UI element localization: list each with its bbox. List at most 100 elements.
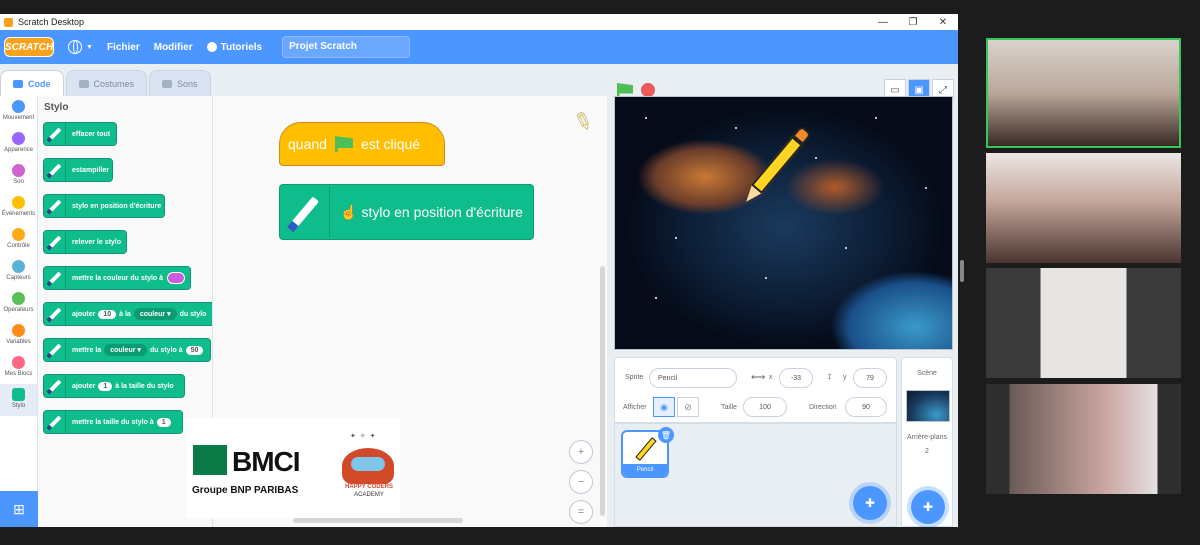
video-tile-3[interactable] — [986, 268, 1181, 378]
stage-selector[interactable]: Scène Arrière-plans 2 ✚ — [901, 357, 953, 527]
video-tile-1[interactable] — [986, 38, 1181, 148]
project-title-input[interactable]: Projet Scratch — [282, 36, 411, 58]
horizontal-scrollbar[interactable] — [293, 518, 463, 523]
trash-icon: 🗑 — [660, 430, 672, 440]
pen-icon — [44, 375, 66, 397]
backdrops-count: 2 — [925, 448, 929, 455]
category-dot-icon — [12, 228, 25, 241]
block-label: mettre la taille du stylo à — [72, 418, 154, 426]
academy-name: HAPPY CODERS — [345, 484, 393, 490]
pen-icon — [44, 159, 66, 181]
vertical-scrollbar[interactable] — [600, 266, 605, 516]
block-stamp[interactable]: estampiller — [43, 158, 113, 182]
backdrop-thumbnail[interactable] — [906, 390, 950, 422]
zoom-in-button[interactable]: + — [569, 440, 593, 464]
category-label: Événements — [1, 211, 36, 217]
menu-tutorials[interactable]: Tutoriels — [206, 42, 262, 53]
stop-button[interactable] — [641, 83, 655, 97]
category-sensing[interactable]: Capteurs — [0, 256, 37, 288]
pen-down-script-block[interactable]: ☝ stylo en position d'écriture — [279, 184, 534, 240]
video-tile-4[interactable] — [986, 384, 1181, 494]
category-control[interactable]: Contrôle — [0, 224, 37, 256]
tab-costumes[interactable]: Costumes — [65, 70, 148, 96]
category-looks[interactable]: Apparence — [0, 128, 37, 160]
block-set-pen-color[interactable]: mettre la couleur du stylo à — [43, 266, 191, 290]
menu-bar: SCRATCH ▼ Fichier Modifier Tutoriels Pro… — [0, 30, 958, 64]
add-sprite-button[interactable]: ✚ — [853, 486, 887, 520]
chevron-down-icon: ▼ — [86, 43, 93, 51]
maximize-icon[interactable]: ❐ — [898, 17, 928, 28]
block-pen-down[interactable]: stylo en position d'écriture — [43, 194, 165, 218]
block-label: du stylo à — [149, 346, 183, 354]
delete-sprite-button[interactable]: 🗑 — [658, 427, 674, 443]
video-tile-2[interactable] — [986, 153, 1181, 263]
block-change-pen-size[interactable]: ajouter 1 à la taille du stylo — [43, 374, 185, 398]
pen-icon — [44, 267, 66, 289]
add-extension-button[interactable]: ⊞ — [0, 491, 38, 527]
block-clear[interactable]: effacer tout — [43, 122, 117, 146]
when-flag-clicked-block[interactable]: quand est cliqué — [279, 122, 445, 166]
window-controls: — ❐ ✕ — [868, 17, 958, 28]
academy-subtitle: ACADEMY — [354, 492, 384, 498]
block-label: est cliqué — [360, 136, 421, 152]
window-title: Scratch Desktop — [18, 17, 85, 27]
category-label: Mes Blocs — [4, 371, 33, 377]
color-swatch[interactable] — [167, 272, 186, 284]
category-motion[interactable]: Mouvement — [0, 96, 37, 128]
param-dropdown[interactable]: couleur ▾ — [133, 308, 177, 320]
block-label: effacer tout — [72, 130, 111, 138]
pen-icon — [44, 195, 66, 217]
y-input[interactable]: 79 — [853, 368, 887, 388]
tab-sounds-label: Sons — [177, 78, 198, 89]
bmci-logo-mark — [193, 445, 227, 475]
block-set-pen-param[interactable]: mettre la couleur ▾ du stylo à 50 — [43, 338, 211, 362]
category-variables[interactable]: Variables — [0, 320, 37, 352]
tab-code[interactable]: Code — [0, 70, 64, 96]
pencil-sprite[interactable] — [737, 120, 817, 209]
category-dot-icon — [12, 132, 25, 145]
number-input[interactable]: 1 — [98, 381, 113, 391]
menu-file[interactable]: Fichier — [107, 42, 140, 53]
stage[interactable] — [614, 96, 953, 350]
zoom-reset-button[interactable]: = — [569, 500, 593, 524]
category-events[interactable]: Événements — [0, 192, 37, 224]
close-icon[interactable]: ✕ — [928, 17, 958, 28]
category-label: Son — [13, 179, 24, 185]
code-icon — [13, 79, 23, 88]
minimize-icon[interactable]: — — [868, 17, 898, 28]
block-label: mettre la couleur du stylo à — [72, 274, 164, 282]
tab-code-label: Code — [28, 78, 51, 89]
block-set-pen-size[interactable]: mettre la taille du stylo à1 — [43, 410, 183, 434]
param-dropdown[interactable]: couleur ▾ — [104, 344, 147, 356]
block-label: du stylo — [179, 310, 207, 318]
green-flag-button[interactable] — [617, 83, 633, 97]
hide-sprite-button[interactable]: ⊘ — [677, 397, 699, 417]
sprite-name-input[interactable]: Pencil — [649, 368, 737, 388]
category-menu: Mouvement Apparence Son Événements Contr… — [0, 96, 38, 527]
menu-edit[interactable]: Modifier — [154, 42, 193, 53]
show-sprite-button[interactable]: ◉ — [653, 397, 675, 417]
vertical-arrows-icon: ↕ — [827, 371, 832, 382]
add-backdrop-button[interactable]: ✚ — [911, 490, 945, 524]
category-sound[interactable]: Son — [0, 160, 37, 192]
category-my-blocks[interactable]: Mes Blocs — [0, 352, 37, 384]
block-pen-up[interactable]: relever le stylo — [43, 230, 127, 254]
scratch-logo[interactable]: SCRATCH — [4, 37, 54, 57]
number-input[interactable]: 10 — [98, 309, 117, 319]
zoom-reset-icon: = — [577, 506, 585, 518]
language-menu[interactable]: ▼ — [68, 40, 93, 54]
category-dot-icon — [12, 356, 25, 369]
direction-input[interactable]: 90 — [845, 397, 887, 417]
category-operators[interactable]: Opérateurs — [0, 288, 37, 320]
panel-resize-handle[interactable] — [960, 260, 964, 282]
category-dot-icon — [12, 292, 25, 305]
zoom-out-button[interactable]: − — [569, 470, 593, 494]
category-pen[interactable]: Stylo — [0, 384, 37, 416]
pen-icon — [280, 187, 330, 237]
number-input[interactable]: 1 — [156, 417, 171, 427]
size-input[interactable]: 100 — [743, 397, 787, 417]
number-input[interactable]: 50 — [185, 345, 204, 355]
x-input[interactable]: -33 — [779, 368, 813, 388]
tab-sounds[interactable]: Sons — [149, 70, 211, 96]
block-change-pen-param[interactable]: ajouter 10 à la couleur ▾ du stylo — [43, 302, 212, 326]
